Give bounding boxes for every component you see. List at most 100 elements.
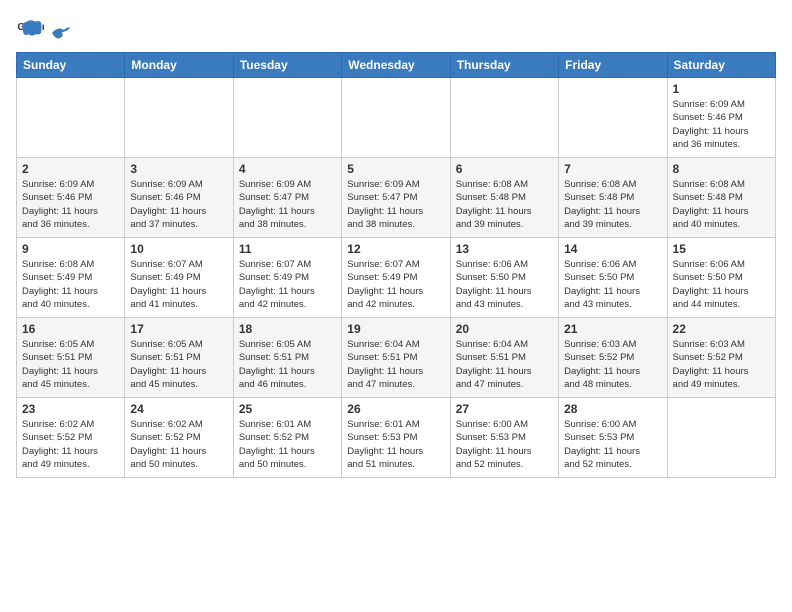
day-info: Sunrise: 6:09 AM Sunset: 5:47 PM Dayligh… xyxy=(239,178,336,231)
day-info: Sunrise: 6:01 AM Sunset: 5:53 PM Dayligh… xyxy=(347,418,444,471)
day-number: 17 xyxy=(130,322,227,336)
day-number: 8 xyxy=(673,162,770,176)
calendar-cell: 23 Sunrise: 6:02 AM Sunset: 5:52 PM Dayli… xyxy=(17,398,125,478)
day-number: 26 xyxy=(347,402,444,416)
day-number: 4 xyxy=(239,162,336,176)
weekday-header-friday: Friday xyxy=(559,53,667,78)
weekday-header-sunday: Sunday xyxy=(17,53,125,78)
day-number: 10 xyxy=(130,242,227,256)
week-row-5: 23 Sunrise: 6:02 AM Sunset: 5:52 PM Dayli… xyxy=(17,398,776,478)
calendar-cell: 12Sunrise: 6:07 AM Sunset: 5:49 PM Dayli… xyxy=(342,238,450,318)
day-number: 5 xyxy=(347,162,444,176)
header: General xyxy=(16,16,776,44)
day-info: Sunrise: 6:05 AM Sunset: 5:51 PM Dayligh… xyxy=(130,338,227,391)
day-info: Sunrise: 6:06 AM Sunset: 5:50 PM Dayligh… xyxy=(564,258,661,311)
day-number: 20 xyxy=(456,322,553,336)
calendar-cell: 20 Sunrise: 6:04 AM Sunset: 5:51 PM Dayli… xyxy=(450,318,558,398)
calendar-cell: 14 Sunrise: 6:06 AM Sunset: 5:50 PM Dayli… xyxy=(559,238,667,318)
weekday-header-thursday: Thursday xyxy=(450,53,558,78)
day-info: Sunrise: 6:07 AM Sunset: 5:49 PM Dayligh… xyxy=(239,258,336,311)
day-info: Sunrise: 6:03 AM Sunset: 5:52 PM Dayligh… xyxy=(673,338,770,391)
week-row-4: 16 Sunrise: 6:05 AM Sunset: 5:51 PM Dayli… xyxy=(17,318,776,398)
weekday-header-tuesday: Tuesday xyxy=(233,53,341,78)
day-number: 14 xyxy=(564,242,661,256)
calendar-cell: 2 Sunrise: 6:09 AM Sunset: 5:46 PM Daylig… xyxy=(17,158,125,238)
day-info: Sunrise: 6:09 AM Sunset: 5:46 PM Dayligh… xyxy=(673,98,770,151)
logo-icon: General xyxy=(16,16,44,44)
calendar-cell: 6 Sunrise: 6:08 AM Sunset: 5:48 PM Daylig… xyxy=(450,158,558,238)
calendar-cell: 27Sunrise: 6:00 AM Sunset: 5:53 PM Dayli… xyxy=(450,398,558,478)
calendar-cell: 19 Sunrise: 6:04 AM Sunset: 5:51 PM Dayli… xyxy=(342,318,450,398)
day-info: Sunrise: 6:09 AM Sunset: 5:47 PM Dayligh… xyxy=(347,178,444,231)
weekday-header-row: SundayMondayTuesdayWednesdayThursdayFrid… xyxy=(17,53,776,78)
calendar-cell: 28 Sunrise: 6:00 AM Sunset: 5:53 PM Dayli… xyxy=(559,398,667,478)
calendar-cell xyxy=(450,78,558,158)
week-row-1: 1 Sunrise: 6:09 AM Sunset: 5:46 PM Daylig… xyxy=(17,78,776,158)
day-info: Sunrise: 6:07 AM Sunset: 5:49 PM Dayligh… xyxy=(347,258,444,311)
day-info: Sunrise: 6:08 AM Sunset: 5:48 PM Dayligh… xyxy=(456,178,553,231)
logo-general-text xyxy=(48,22,72,42)
day-number: 19 xyxy=(347,322,444,336)
calendar-cell: 22 Sunrise: 6:03 AM Sunset: 5:52 PM Dayli… xyxy=(667,318,775,398)
day-info: Sunrise: 6:01 AM Sunset: 5:52 PM Dayligh… xyxy=(239,418,336,471)
weekday-header-saturday: Saturday xyxy=(667,53,775,78)
day-info: Sunrise: 6:09 AM Sunset: 5:46 PM Dayligh… xyxy=(22,178,119,231)
day-number: 23 xyxy=(22,402,119,416)
logo-bird-icon xyxy=(50,24,72,42)
calendar-cell xyxy=(17,78,125,158)
calendar-cell: 16 Sunrise: 6:05 AM Sunset: 5:51 PM Dayli… xyxy=(17,318,125,398)
calendar-cell: 25 Sunrise: 6:01 AM Sunset: 5:52 PM Dayli… xyxy=(233,398,341,478)
calendar-cell: 4 Sunrise: 6:09 AM Sunset: 5:47 PM Daylig… xyxy=(233,158,341,238)
calendar-cell: 11 Sunrise: 6:07 AM Sunset: 5:49 PM Dayli… xyxy=(233,238,341,318)
calendar-cell xyxy=(342,78,450,158)
calendar-cell xyxy=(667,398,775,478)
weekday-header-monday: Monday xyxy=(125,53,233,78)
calendar-cell: 17 Sunrise: 6:05 AM Sunset: 5:51 PM Dayli… xyxy=(125,318,233,398)
calendar-cell xyxy=(233,78,341,158)
calendar-table: SundayMondayTuesdayWednesdayThursdayFrid… xyxy=(16,52,776,478)
day-number: 22 xyxy=(673,322,770,336)
day-number: 1 xyxy=(673,82,770,96)
calendar-cell: 24Sunrise: 6:02 AM Sunset: 5:52 PM Dayli… xyxy=(125,398,233,478)
day-info: Sunrise: 6:06 AM Sunset: 5:50 PM Dayligh… xyxy=(673,258,770,311)
day-info: Sunrise: 6:04 AM Sunset: 5:51 PM Dayligh… xyxy=(456,338,553,391)
calendar-cell: 21 Sunrise: 6:03 AM Sunset: 5:52 PM Dayli… xyxy=(559,318,667,398)
day-number: 2 xyxy=(22,162,119,176)
day-number: 15 xyxy=(673,242,770,256)
day-info: Sunrise: 6:03 AM Sunset: 5:52 PM Dayligh… xyxy=(564,338,661,391)
day-number: 27 xyxy=(456,402,553,416)
calendar-cell: 5 Sunrise: 6:09 AM Sunset: 5:47 PM Daylig… xyxy=(342,158,450,238)
calendar-cell xyxy=(125,78,233,158)
day-info: Sunrise: 6:02 AM Sunset: 5:52 PM Dayligh… xyxy=(130,418,227,471)
calendar-cell: 15 Sunrise: 6:06 AM Sunset: 5:50 PM Dayli… xyxy=(667,238,775,318)
day-number: 16 xyxy=(22,322,119,336)
day-info: Sunrise: 6:05 AM Sunset: 5:51 PM Dayligh… xyxy=(22,338,119,391)
weekday-header-wednesday: Wednesday xyxy=(342,53,450,78)
calendar-cell: 9 Sunrise: 6:08 AM Sunset: 5:49 PM Daylig… xyxy=(17,238,125,318)
day-number: 6 xyxy=(456,162,553,176)
day-number: 11 xyxy=(239,242,336,256)
day-info: Sunrise: 6:08 AM Sunset: 5:49 PM Dayligh… xyxy=(22,258,119,311)
calendar-cell: 8Sunrise: 6:08 AM Sunset: 5:48 PM Daylig… xyxy=(667,158,775,238)
day-info: Sunrise: 6:09 AM Sunset: 5:46 PM Dayligh… xyxy=(130,178,227,231)
day-info: Sunrise: 6:04 AM Sunset: 5:51 PM Dayligh… xyxy=(347,338,444,391)
week-row-3: 9 Sunrise: 6:08 AM Sunset: 5:49 PM Daylig… xyxy=(17,238,776,318)
day-info: Sunrise: 6:08 AM Sunset: 5:48 PM Dayligh… xyxy=(564,178,661,231)
calendar-cell: 1 Sunrise: 6:09 AM Sunset: 5:46 PM Daylig… xyxy=(667,78,775,158)
logo: General xyxy=(16,16,72,44)
calendar-cell xyxy=(559,78,667,158)
calendar-cell: 7 Sunrise: 6:08 AM Sunset: 5:48 PM Daylig… xyxy=(559,158,667,238)
day-number: 7 xyxy=(564,162,661,176)
day-info: Sunrise: 6:05 AM Sunset: 5:51 PM Dayligh… xyxy=(239,338,336,391)
day-info: Sunrise: 6:00 AM Sunset: 5:53 PM Dayligh… xyxy=(564,418,661,471)
day-number: 25 xyxy=(239,402,336,416)
day-info: Sunrise: 6:02 AM Sunset: 5:52 PM Dayligh… xyxy=(22,418,119,471)
calendar-cell: 3Sunrise: 6:09 AM Sunset: 5:46 PM Daylig… xyxy=(125,158,233,238)
calendar-cell: 18 Sunrise: 6:05 AM Sunset: 5:51 PM Dayli… xyxy=(233,318,341,398)
day-number: 9 xyxy=(22,242,119,256)
day-number: 21 xyxy=(564,322,661,336)
day-number: 18 xyxy=(239,322,336,336)
day-number: 28 xyxy=(564,402,661,416)
day-info: Sunrise: 6:06 AM Sunset: 5:50 PM Dayligh… xyxy=(456,258,553,311)
day-number: 13 xyxy=(456,242,553,256)
